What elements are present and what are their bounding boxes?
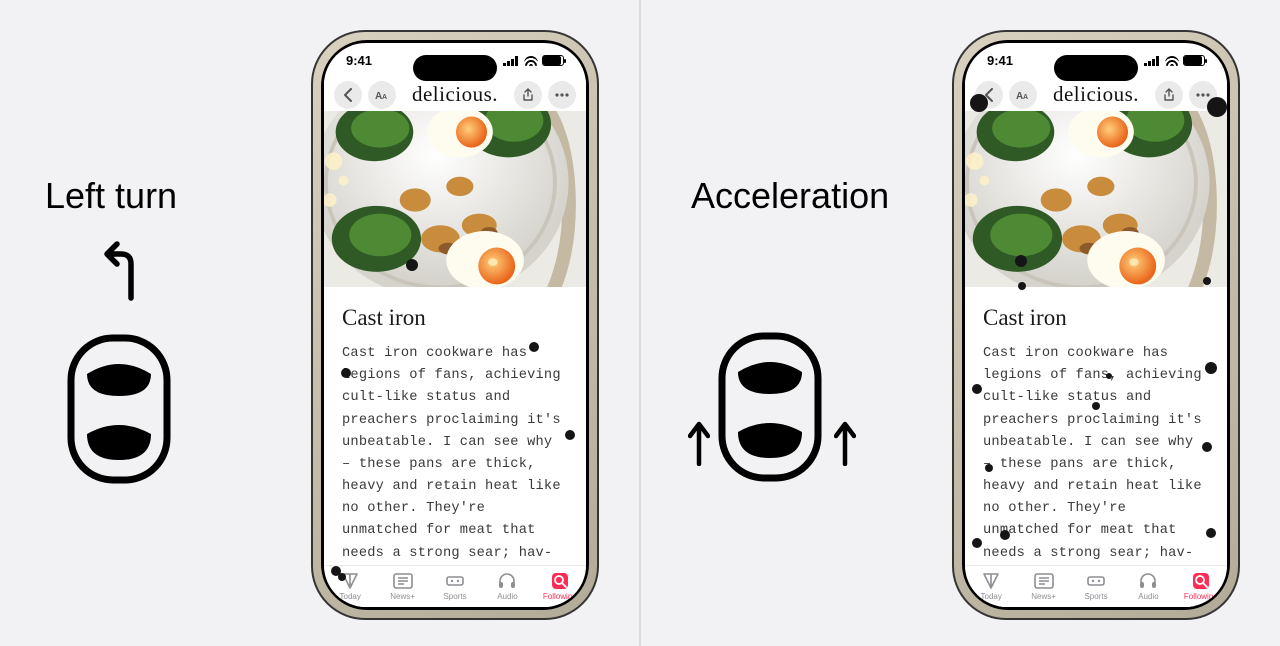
tab-newsplus[interactable]: News+	[376, 566, 428, 607]
dynamic-island	[413, 55, 497, 81]
article-nav-bar: AA delicious.	[965, 79, 1227, 111]
article-body[interactable]: Cast iron Cast iron cookware has legions…	[324, 287, 586, 565]
text-size-button[interactable]: AA	[368, 81, 396, 109]
chevron-left-icon	[343, 88, 353, 102]
motion-cue-dot	[1000, 530, 1010, 540]
battery-icon	[542, 55, 564, 66]
motion-cue-dot	[972, 384, 982, 394]
diagram-left-turn	[45, 240, 215, 500]
article-title: Cast iron	[342, 305, 568, 331]
share-icon	[522, 88, 534, 102]
back-button[interactable]	[334, 81, 362, 109]
article-text: Cast iron cookware has legions of fans, …	[342, 343, 568, 565]
diagram-acceleration	[686, 240, 856, 500]
motion-cue-dot	[1206, 528, 1216, 538]
tab-today[interactable]: Today	[965, 566, 1017, 607]
cellular-icon	[503, 56, 520, 66]
article-hero-image	[965, 111, 1227, 287]
text-size-icon: AA	[1015, 88, 1031, 102]
motion-cue-dot	[406, 259, 418, 271]
motion-cue-dot	[972, 538, 982, 548]
following-icon	[1190, 572, 1212, 590]
article-text: Cast iron cookware has legions of fans, …	[983, 343, 1209, 565]
tab-sports[interactable]: Sports	[1070, 566, 1122, 607]
motion-cue-dot	[529, 342, 539, 352]
car-icon	[714, 328, 826, 486]
tab-bar: Today News+ Sports Audio Following	[324, 565, 586, 607]
tab-following[interactable]: Following	[1175, 566, 1227, 607]
audio-icon	[1137, 572, 1159, 590]
motion-cue-dot	[1106, 373, 1112, 379]
phone-mock-left: 9:41 AA delicious.	[311, 30, 599, 620]
motion-cue-dot	[985, 464, 993, 472]
motion-cue-dot	[1018, 282, 1026, 290]
ellipsis-icon	[1196, 93, 1210, 97]
phone-mock-right: 9:41 AA delicious.	[952, 30, 1240, 620]
tab-following[interactable]: Following	[534, 566, 586, 607]
article-hero-image	[324, 111, 586, 287]
ellipsis-icon	[555, 93, 569, 97]
panel-left-turn: Left turn 9:41	[0, 0, 641, 646]
status-time: 9:41	[346, 53, 372, 68]
wifi-icon	[524, 56, 538, 66]
publisher-title: delicious.	[1043, 82, 1149, 107]
tab-newsplus[interactable]: News+	[1017, 566, 1069, 607]
motion-cue-dot	[1015, 255, 1027, 267]
share-button[interactable]	[1155, 81, 1183, 109]
today-icon	[980, 572, 1002, 590]
newsplus-icon	[392, 572, 414, 590]
motion-cue-dot	[1092, 402, 1100, 410]
svg-text:A: A	[1023, 94, 1028, 101]
tab-sports[interactable]: Sports	[429, 566, 481, 607]
arrow-up-icon	[688, 418, 710, 466]
motion-cue-dot	[341, 368, 351, 378]
cellular-icon	[1144, 56, 1161, 66]
wifi-icon	[1165, 56, 1179, 66]
arrow-up-icon	[834, 418, 856, 466]
motion-cue-dot	[1203, 277, 1211, 285]
article-body[interactable]: Cast iron Cast iron cookware has legions…	[965, 287, 1227, 565]
article-title: Cast iron	[983, 305, 1209, 331]
tab-bar: Today News+ Sports Audio Following	[965, 565, 1227, 607]
panel-acceleration: Acceleration 9:41	[641, 0, 1280, 646]
audio-icon	[496, 572, 518, 590]
text-size-button[interactable]: AA	[1009, 81, 1037, 109]
sports-icon	[1085, 572, 1107, 590]
motion-cue-dot	[338, 573, 346, 581]
status-time: 9:41	[987, 53, 1013, 68]
article-nav-bar: AA delicious.	[324, 79, 586, 111]
tab-audio[interactable]: Audio	[1122, 566, 1174, 607]
newsplus-icon	[1033, 572, 1055, 590]
following-icon	[549, 572, 571, 590]
battery-icon	[1183, 55, 1205, 66]
share-button[interactable]	[514, 81, 542, 109]
sports-icon	[444, 572, 466, 590]
motion-cue-dot	[1207, 97, 1227, 117]
tab-audio[interactable]: Audio	[481, 566, 533, 607]
motion-cue-dot	[970, 94, 988, 112]
text-size-icon: AA	[374, 88, 390, 102]
svg-text:A: A	[382, 94, 387, 101]
motion-cue-dot	[565, 430, 575, 440]
publisher-title: delicious.	[402, 82, 508, 107]
motion-cue-dot	[1205, 362, 1217, 374]
car-icon	[63, 330, 175, 488]
more-button[interactable]	[548, 81, 576, 109]
dynamic-island	[1054, 55, 1138, 81]
motion-cue-dot	[1202, 442, 1212, 452]
arrow-left-turn-icon	[91, 240, 155, 302]
caption-left: Left turn	[45, 175, 177, 217]
caption-right: Acceleration	[691, 175, 889, 217]
share-icon	[1163, 88, 1175, 102]
